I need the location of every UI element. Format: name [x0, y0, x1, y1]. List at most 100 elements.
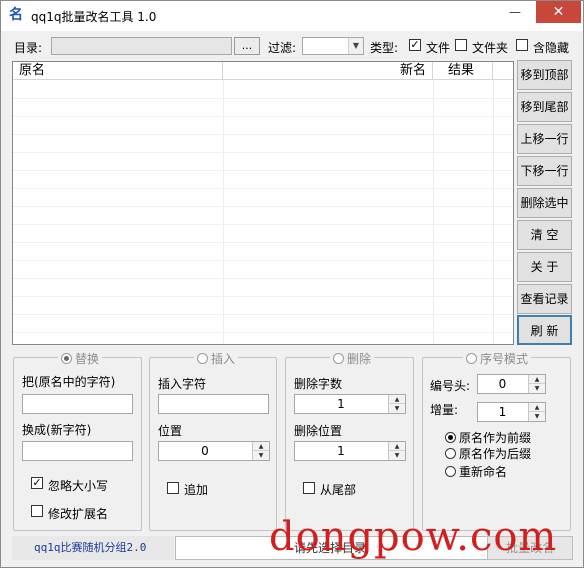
watermark: dongpow.com [269, 514, 558, 560]
column-header-new-name[interactable]: 新名 [223, 62, 433, 80]
move-up-button[interactable]: 上移一行 [517, 124, 572, 154]
step-value: 1 [498, 405, 507, 419]
insert-mode-radio[interactable]: 插入 [194, 350, 239, 367]
spinner-up-icon[interactable]: ▲ [389, 395, 405, 404]
mode-rename-radio-icon[interactable] [445, 466, 456, 477]
ignore-case-checkbox[interactable]: ✓ [31, 477, 43, 489]
mode-prefix-label: 原名作为前缀 [459, 431, 532, 445]
chevron-down-icon[interactable]: ▼ [348, 38, 363, 54]
delete-count-value: 1 [337, 397, 345, 411]
mode-prefix-option[interactable]: 原名作为前缀 [445, 429, 531, 446]
grid-row-line [13, 260, 513, 261]
delete-selected-button[interactable]: 删除选中 [517, 188, 572, 218]
mode-rename-label: 重新命名 [459, 465, 508, 479]
append-label: 追加 [184, 483, 209, 497]
clear-button[interactable]: 清 空 [517, 220, 572, 250]
directory-input[interactable] [51, 37, 232, 55]
spinner-up-icon[interactable]: ▲ [529, 375, 545, 384]
about-button[interactable]: 关 于 [517, 252, 572, 282]
spinner-up-icon[interactable]: ▲ [389, 442, 405, 451]
minimize-button[interactable]: — [500, 1, 530, 23]
close-button[interactable]: ✕ [536, 1, 581, 23]
list-header: 原名 新名 结果 [13, 62, 513, 80]
replace-group-title: 替换 [75, 352, 100, 366]
view-log-button[interactable]: 查看记录 [517, 284, 572, 314]
prefix-spinner[interactable]: 0 ▲ ▼ [477, 374, 546, 394]
browse-button[interactable]: ... [234, 37, 260, 55]
delete-mode-radio[interactable]: 删除 [330, 350, 375, 367]
spinner-up-icon[interactable]: ▲ [253, 442, 269, 451]
move-top-button[interactable]: 移到顶部 [517, 60, 572, 90]
type-file-label: 文件 [426, 41, 451, 55]
from-end-checkbox[interactable] [303, 482, 315, 494]
sequence-group-title: 序号模式 [480, 352, 529, 366]
app-icon: 名 [9, 7, 23, 23]
grid-row-line [13, 314, 513, 315]
delete-group-title: 删除 [347, 352, 372, 366]
grid-row-line [13, 224, 513, 225]
mode-prefix-radio-icon[interactable] [445, 432, 456, 443]
insert-position-spinner[interactable]: 0 ▲ ▼ [158, 441, 270, 461]
type-file-checkbox[interactable]: ✓ [409, 39, 421, 51]
sequence-radio-icon[interactable] [466, 353, 477, 364]
spinner-down-icon[interactable]: ▼ [389, 404, 405, 413]
modify-ext-checkbox[interactable] [31, 505, 43, 517]
grid-row-line [13, 332, 513, 333]
move-bottom-button[interactable]: 移到尾部 [517, 92, 572, 122]
grid-row-line [13, 116, 513, 117]
delete-position-spinner[interactable]: 1 ▲ ▼ [294, 441, 406, 461]
move-down-button[interactable]: 下移一行 [517, 156, 572, 186]
insert-chars-label: 插入字符 [158, 377, 207, 391]
status-product-link[interactable]: qq1q比赛随机分组2.0 [12, 536, 174, 560]
step-label: 增量: [430, 403, 459, 417]
grid-row-line [13, 242, 513, 243]
dir-label: 目录: [14, 41, 43, 55]
insert-group-title: 插入 [211, 352, 236, 366]
replace-from-input[interactable] [22, 394, 133, 414]
type-folder-checkbox[interactable] [455, 39, 467, 51]
title-bar[interactable]: 名 qq1q批量改名工具 1.0 — ✕ [1, 1, 583, 31]
delete-radio-icon[interactable] [333, 353, 344, 364]
insert-chars-input[interactable] [158, 394, 269, 414]
step-spinner[interactable]: 1 ▲ ▼ [477, 402, 546, 422]
mode-rename-option[interactable]: 重新命名 [445, 463, 507, 480]
type-folder-label: 文件夹 [472, 41, 509, 55]
insert-radio-icon[interactable] [197, 353, 208, 364]
replace-mode-radio[interactable]: 替换 [58, 350, 103, 367]
delete-position-value: 1 [337, 444, 345, 458]
insert-position-label: 位置 [158, 424, 183, 438]
modify-ext-label: 修改扩展名 [48, 507, 109, 521]
replace-radio-icon[interactable] [61, 353, 72, 364]
file-list[interactable]: 原名 新名 结果 [12, 61, 514, 345]
replace-to-input[interactable] [22, 441, 133, 461]
insert-position-value: 0 [201, 444, 209, 458]
column-header-original-name[interactable]: 原名 [13, 62, 223, 80]
filter-select[interactable]: ▼ [302, 37, 364, 55]
filter-label: 过滤: [268, 41, 297, 55]
spinner-up-icon[interactable]: ▲ [529, 403, 545, 412]
delete-count-spinner[interactable]: 1 ▲ ▼ [294, 394, 406, 414]
sequence-group: 序号模式 编号头: 0 ▲ ▼ 增量: 1 ▲ ▼ 原名作为前缀 原名作为后缀 重新… [422, 350, 571, 531]
replace-to-label: 换成(新字符) [22, 423, 92, 437]
grid-divider [433, 80, 434, 344]
mode-suffix-option[interactable]: 原名作为后缀 [445, 445, 531, 462]
spinner-down-icon[interactable]: ▼ [529, 384, 545, 393]
delete-group: 删除 删除字数 1 ▲ ▼ 删除位置 1 ▲ ▼ 从尾部 [285, 350, 414, 531]
from-end-label: 从尾部 [320, 483, 357, 497]
insert-group: 插入 插入字符 位置 0 ▲ ▼ 追加 [149, 350, 277, 531]
refresh-button[interactable]: 刷 新 [517, 315, 572, 345]
grid-row-line [13, 278, 513, 279]
spinner-down-icon[interactable]: ▼ [389, 451, 405, 460]
sequence-mode-radio[interactable]: 序号模式 [463, 350, 532, 367]
delete-position-label: 删除位置 [294, 424, 343, 438]
grid-row-line [13, 296, 513, 297]
append-checkbox[interactable] [167, 482, 179, 494]
type-hidden-checkbox[interactable] [516, 39, 528, 51]
type-hidden-label: 含隐藏 [533, 41, 570, 55]
spinner-down-icon[interactable]: ▼ [253, 451, 269, 460]
mode-suffix-radio-icon[interactable] [445, 448, 456, 459]
grid-row-line [13, 188, 513, 189]
grid-row-line [13, 206, 513, 207]
column-header-result[interactable]: 结果 [433, 62, 493, 80]
spinner-down-icon[interactable]: ▼ [529, 412, 545, 421]
